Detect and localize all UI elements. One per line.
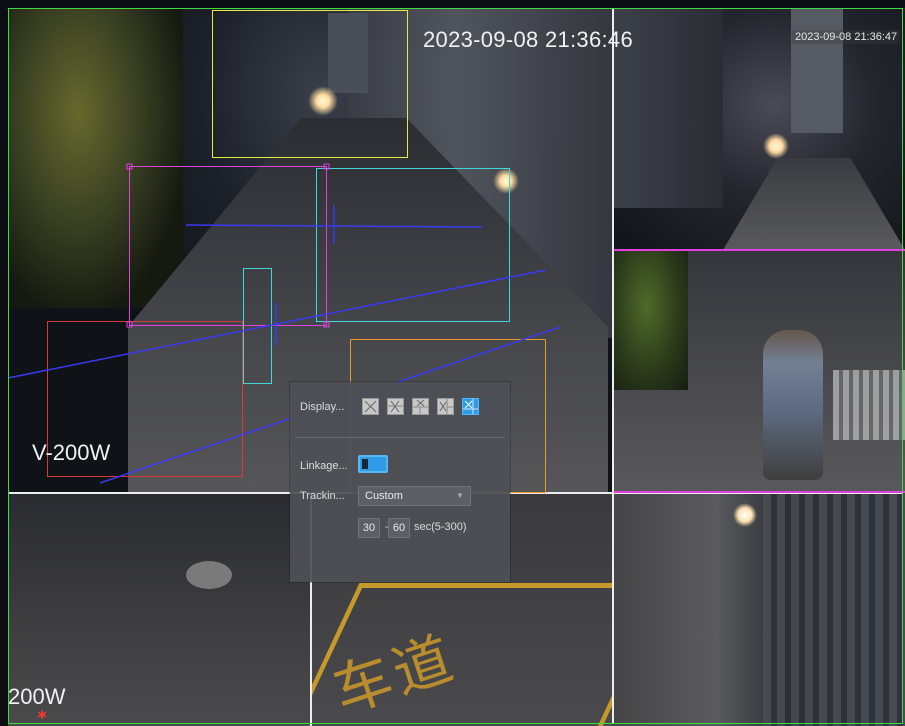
layout-2-option[interactable] bbox=[387, 398, 404, 415]
main-timestamp: 2023-09-08 21:36:46 bbox=[423, 27, 633, 52]
tracking-mode-value: Custom bbox=[365, 490, 403, 502]
display-settings-popup[interactable]: Display... Linkage... Trackin... Custom … bbox=[290, 382, 510, 582]
linkage-toggle[interactable] bbox=[358, 455, 388, 473]
street-light bbox=[763, 133, 789, 159]
person-tracking-box bbox=[243, 268, 272, 384]
building bbox=[763, 493, 905, 726]
mouse-cursor-icon: ✱ bbox=[37, 708, 48, 722]
layout-4-option[interactable] bbox=[437, 398, 454, 415]
cyan-rule-box bbox=[316, 168, 510, 322]
street-light bbox=[733, 503, 757, 527]
grid-separator bbox=[612, 8, 614, 724]
hedge bbox=[613, 250, 688, 390]
duration-max-input[interactable]: 60 bbox=[388, 518, 410, 538]
duration-unit: sec(5-300) bbox=[414, 521, 467, 533]
display-label: Display... bbox=[300, 401, 345, 413]
zoom-frame-border bbox=[614, 249, 905, 251]
magenta-rule-box bbox=[129, 166, 327, 326]
top-right-timestamp: 2023-09-08 21:36:47 bbox=[792, 30, 901, 44]
divider bbox=[295, 437, 505, 438]
linkage-label: Linkage... bbox=[300, 460, 348, 472]
toggle-knob bbox=[362, 459, 368, 469]
layout-options bbox=[362, 398, 479, 415]
layout-5-option[interactable] bbox=[462, 398, 479, 415]
main-channel-label: V-200W bbox=[32, 440, 111, 465]
zoom-frame-border bbox=[614, 491, 905, 493]
duration-min-input[interactable]: 30 bbox=[358, 518, 380, 538]
crosswalk bbox=[833, 370, 905, 440]
yellow-rule-box bbox=[212, 10, 408, 158]
layout-1-option[interactable] bbox=[362, 398, 379, 415]
top-right-camera-view[interactable] bbox=[613, 8, 905, 250]
zoom-camera-view[interactable] bbox=[613, 250, 905, 493]
tracked-person bbox=[763, 330, 823, 480]
layout-3-option[interactable] bbox=[412, 398, 429, 415]
tower bbox=[791, 8, 843, 133]
bottom-left-channel-label: 200W bbox=[8, 684, 66, 709]
chevron-down-icon: ▼ bbox=[456, 491, 464, 500]
bottom-right-camera-view[interactable] bbox=[613, 493, 905, 726]
tracking-mode-select[interactable]: Custom ▼ bbox=[358, 486, 471, 506]
tracking-label: Trackin... bbox=[300, 490, 345, 502]
road bbox=[723, 158, 905, 250]
manhole-cover bbox=[186, 561, 232, 589]
